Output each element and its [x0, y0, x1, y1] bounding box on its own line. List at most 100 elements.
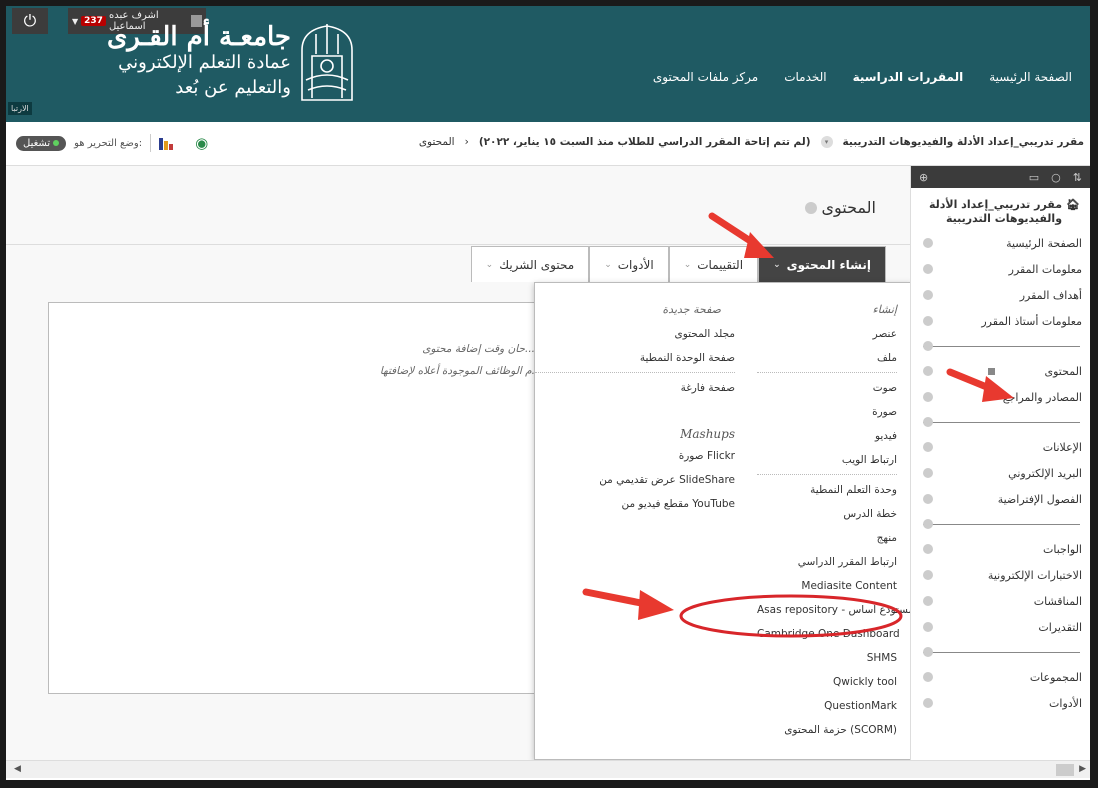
bar-chart-icon[interactable]	[159, 136, 174, 150]
university-title: جامعـة أم القـرى	[106, 22, 291, 52]
menu-item-learning-module[interactable]: وحدة التعلم النمطية	[757, 481, 897, 505]
edit-mode-toggle[interactable]: تشغيل	[16, 135, 67, 151]
menu-item-slideshare[interactable]: عرض تقديمي من SlideShare	[535, 471, 735, 495]
scroll-right-icon[interactable]: ▶	[1079, 764, 1086, 774]
menu-item-content-folder[interactable]: مجلد المحتوى	[535, 325, 735, 349]
chevron-down-icon[interactable]	[923, 264, 933, 274]
menu-divider[interactable]	[911, 334, 1090, 358]
chevron-down-icon[interactable]	[923, 647, 933, 657]
sidebar-item-label: المحتوى	[1044, 364, 1082, 378]
status-dot-icon	[53, 140, 60, 146]
university-name: جامعـة أم القـرى عمادة التعلم الإلكتروني…	[66, 24, 291, 100]
chevron-down-icon: ⌄	[683, 259, 692, 270]
nav-content-center[interactable]: مركز ملفات المحتوى	[653, 70, 758, 84]
chevron-down-icon[interactable]	[923, 442, 933, 452]
menu-item-item[interactable]: عنصر	[757, 325, 897, 349]
top-header: ⏻ ▼ 237 اشرف عبده اسماعيل جامعـة أم القـ…	[6, 6, 1090, 122]
menu-item-video[interactable]: فيديو	[757, 427, 897, 451]
nav-home[interactable]: الصفحة الرئيسية	[989, 70, 1072, 84]
folder-icon[interactable]: ▭	[1029, 171, 1039, 184]
menu-item-scorm[interactable]: حزمة المحتوى (SCORM)	[757, 721, 897, 745]
menu-divider[interactable]	[911, 640, 1090, 664]
menu-item-audio[interactable]: صوت	[757, 379, 897, 403]
menu-item-image[interactable]: صورة	[757, 403, 897, 427]
menu-item-mediasite[interactable]: Mediasite Content	[757, 577, 897, 601]
tab-tools[interactable]: الأدوات ⌄	[589, 246, 669, 282]
chevron-down-icon[interactable]	[923, 366, 933, 376]
menu-divider[interactable]	[911, 512, 1090, 536]
sidebar-item[interactable]: المناقشات	[911, 588, 1090, 614]
chevron-down-icon[interactable]	[923, 622, 933, 632]
tab-assessments[interactable]: التقييمات ⌄	[668, 246, 759, 282]
menu-item-web-link[interactable]: ارتباط الويب	[757, 451, 897, 475]
menu-item-syllabus[interactable]: منهج	[757, 529, 897, 553]
chevron-down-icon[interactable]	[923, 519, 933, 529]
chevron-down-icon[interactable]	[923, 417, 933, 427]
scroll-thumb[interactable]	[1056, 764, 1074, 776]
sidebar-item[interactable]: أهداف المقرر	[911, 282, 1090, 308]
menu-item-blank-page[interactable]: صفحة فارغة	[535, 379, 735, 403]
sidebar-item[interactable]: المصادر والمراجع	[911, 384, 1090, 410]
nav-courses[interactable]: المقررات الدراسية	[853, 70, 964, 84]
chevron-down-icon[interactable]: ▾	[820, 136, 833, 148]
empty-message: حان وقت إضافة محتوى...	[422, 343, 535, 355]
chevron-down-icon[interactable]	[923, 494, 933, 504]
sidebar-item[interactable]: البريد الإلكتروني	[911, 460, 1090, 486]
chevron-down-icon[interactable]	[923, 672, 933, 682]
chevron-down-icon[interactable]	[923, 544, 933, 554]
menu-divider[interactable]	[911, 410, 1090, 434]
sidebar-item[interactable]: المحتوى	[911, 358, 1090, 384]
sidebar-item[interactable]: معلومات المقرر	[911, 256, 1090, 282]
chevron-down-icon[interactable]	[923, 596, 933, 606]
chevron-down-icon[interactable]	[923, 316, 933, 326]
scroll-left-icon[interactable]: ◀	[14, 764, 21, 774]
sidebar-item[interactable]: المجموعات	[911, 664, 1090, 690]
sidebar-item-label: البريد الإلكتروني	[1008, 466, 1082, 480]
sidebar-item[interactable]: الاختبارات الإلكترونية	[911, 562, 1090, 588]
menu-item-shms[interactable]: SHMS	[757, 649, 897, 673]
divider	[150, 134, 152, 152]
menu-item-flickr[interactable]: صورة Flickr	[535, 447, 735, 471]
sidebar-item[interactable]: الأدوات	[911, 690, 1090, 716]
menu-item-youtube[interactable]: مقطع فيديو من YouTube	[535, 495, 735, 519]
sidebar-item-label: الإعلانات	[1042, 440, 1082, 454]
breadcrumb-separator-icon: ›	[464, 136, 469, 148]
menu-item-questionmark[interactable]: QuestionMark	[757, 697, 897, 721]
chevron-down-icon: ⌄	[773, 259, 781, 270]
student-preview-eye-icon[interactable]: ◉	[195, 134, 208, 152]
deanship-line1: عمادة التعلم الإلكتروني	[118, 52, 291, 73]
power-icon[interactable]: ⏻	[12, 8, 48, 34]
menu-item-asas-repository[interactable]: Asas repository - مستودع أساس	[757, 601, 914, 625]
tab-partner-content[interactable]: محتوى الشريك ⌄	[470, 246, 590, 282]
horizontal-scrollbar[interactable]: ◀ ▶	[6, 760, 1090, 778]
tab-build-content[interactable]: إنشاء المحتوى ⌄	[758, 246, 886, 282]
tiny-tab-label[interactable]: الارتبا	[8, 102, 32, 115]
refresh-icon[interactable]: ○	[1051, 171, 1061, 184]
sidebar-item[interactable]: الواجبات	[911, 536, 1090, 562]
sidebar-item[interactable]: الإعلانات	[911, 434, 1090, 460]
sidebar-item[interactable]: الفصول الإفتراضية	[911, 486, 1090, 512]
chevron-down-icon[interactable]	[805, 201, 818, 214]
chevron-down-icon[interactable]	[923, 698, 933, 708]
course-title[interactable]: 🏠︎ مقرر تدريبي_إعداد الأدلة والفيديوهات …	[911, 188, 1090, 230]
add-icon[interactable]: ⊕	[919, 171, 928, 184]
sidebar-item[interactable]: معلومات أستاذ المقرر	[911, 308, 1090, 334]
sidebar-item[interactable]: التقديرات	[911, 614, 1090, 640]
menu-item-module-page[interactable]: صفحة الوحدة النمطية	[535, 349, 735, 373]
breadcrumb-course[interactable]: مقرر تدريبي_إعداد الأدلة والفيديوهات الت…	[843, 136, 1084, 148]
sidebar-item[interactable]: الصفحة الرئيسية	[911, 230, 1090, 256]
chevron-down-icon[interactable]	[923, 341, 933, 351]
sort-icon[interactable]: ⇅	[1073, 171, 1082, 184]
chevron-down-icon[interactable]	[923, 468, 933, 478]
menu-item-course-link[interactable]: ارتباط المقرر الدراسي	[757, 553, 897, 577]
chevron-down-icon[interactable]	[923, 392, 933, 402]
menu-item-qwickly[interactable]: Qwickly tool	[757, 673, 897, 697]
nav-services[interactable]: الخدمات	[784, 70, 826, 84]
chevron-down-icon[interactable]	[923, 290, 933, 300]
chevron-down-icon[interactable]	[923, 570, 933, 580]
menu-item-cambridge-one[interactable]: Cambridge One Dashboard	[757, 625, 900, 649]
chevron-down-icon[interactable]	[923, 238, 933, 248]
menu-item-file[interactable]: ملف	[757, 349, 897, 373]
edit-mode-value: تشغيل	[23, 137, 51, 149]
menu-item-lesson-plan[interactable]: خطة الدرس	[757, 505, 897, 529]
